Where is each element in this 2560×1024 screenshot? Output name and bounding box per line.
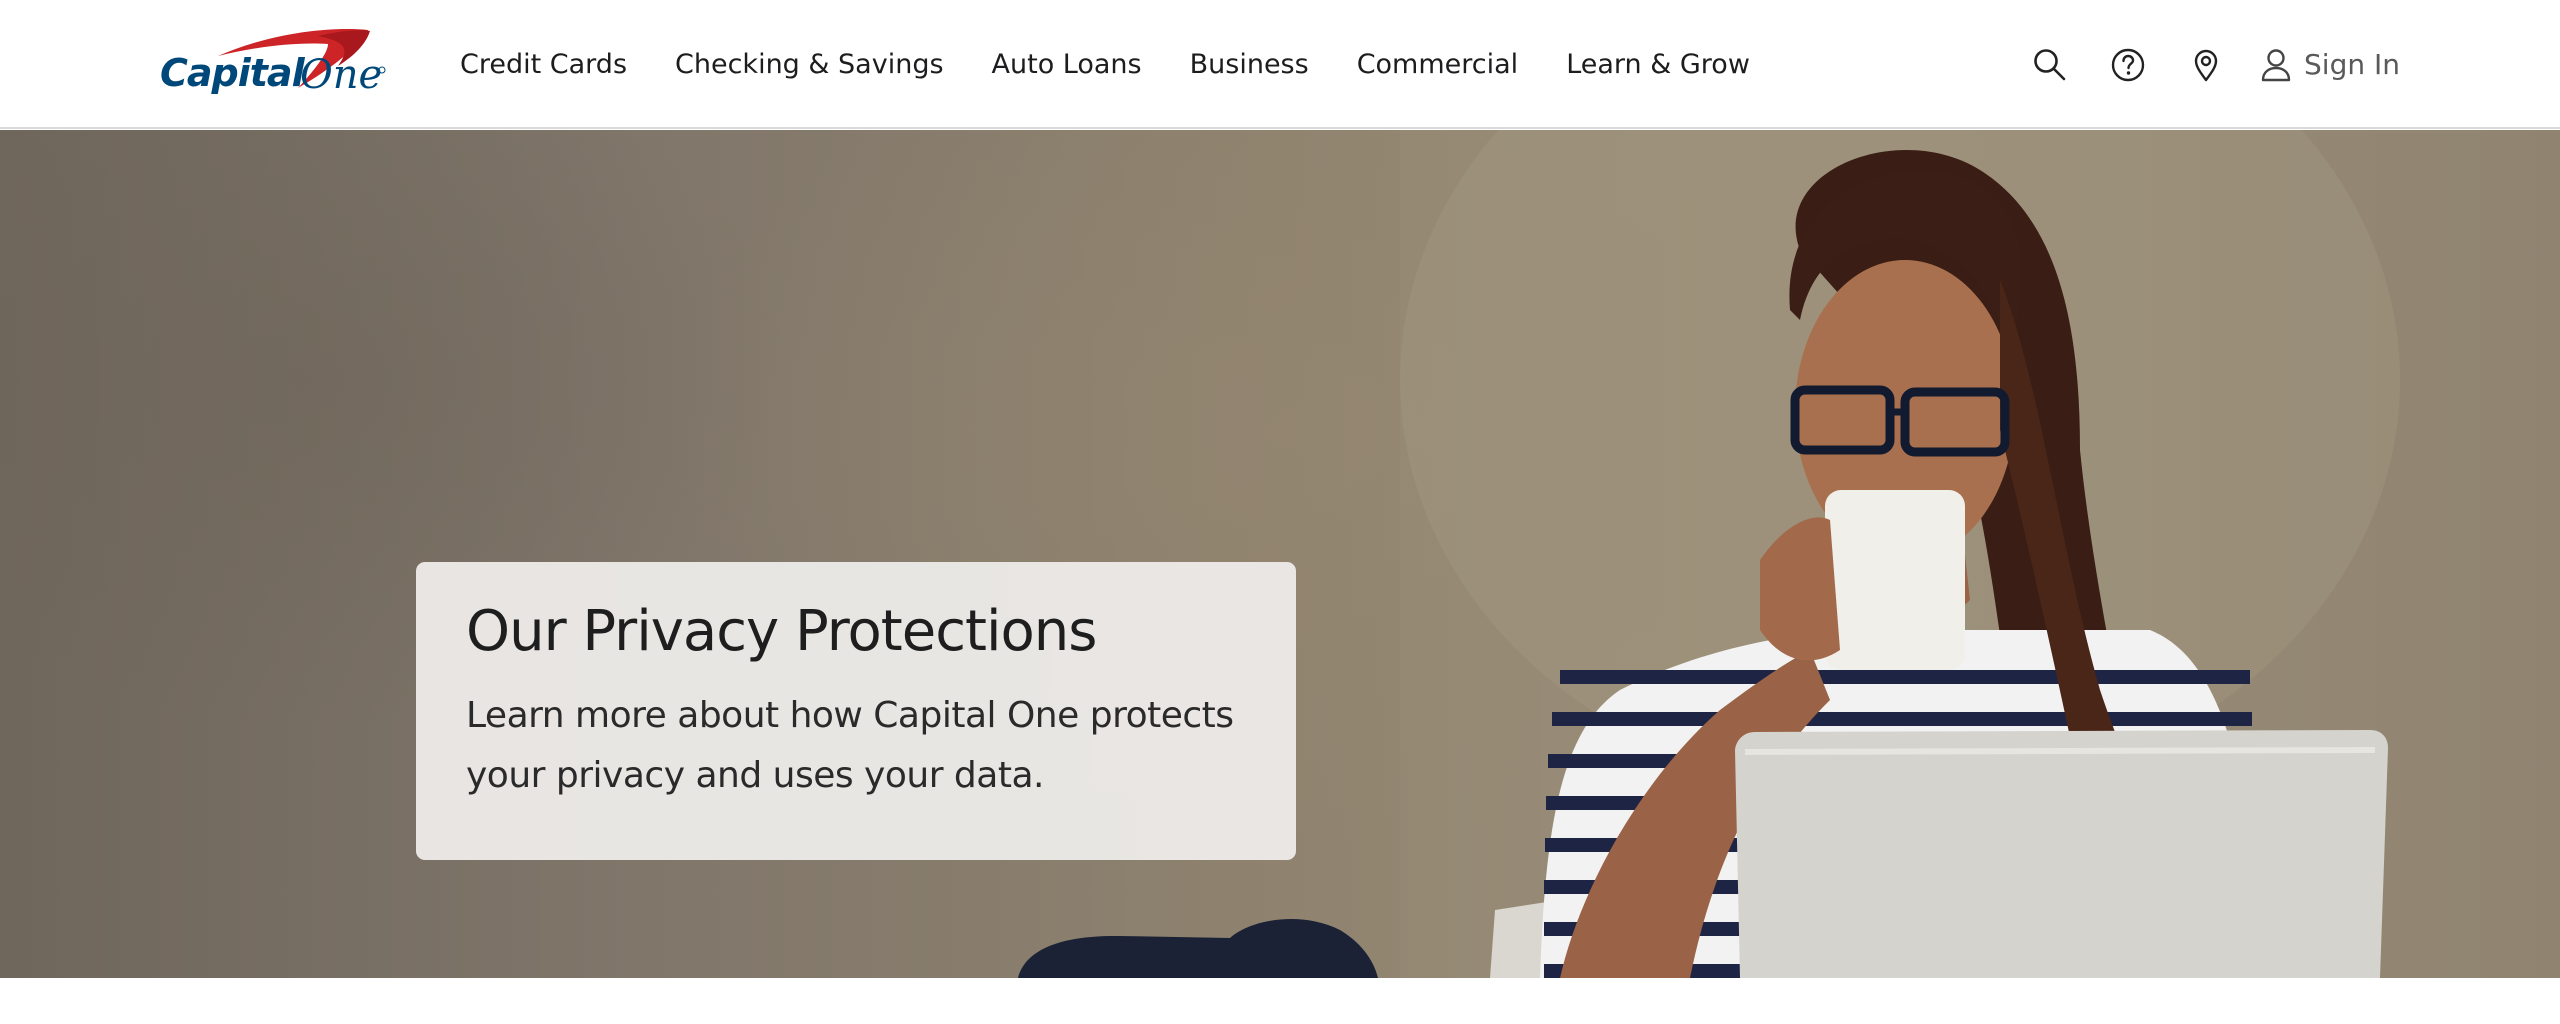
nav-commercial[interactable]: Commercial (1357, 49, 1519, 80)
capital-one-logo[interactable]: Capital One (158, 26, 388, 110)
utility-nav: Sign In (1992, 0, 2400, 129)
user-icon (2260, 48, 2292, 82)
search-icon[interactable] (2030, 45, 2070, 85)
site-header: Capital One Credit Cards Checking & Savi… (0, 0, 2560, 129)
nav-learn-grow[interactable]: Learn & Grow (1566, 49, 1750, 80)
nav-business[interactable]: Business (1190, 49, 1309, 80)
nav-checking-savings[interactable]: Checking & Savings (675, 49, 944, 80)
hero-description: Learn more about how Capital One protect… (466, 695, 1234, 797)
primary-nav: Credit Cards Checking & Savings Auto Loa… (460, 0, 1798, 129)
page-content-area (0, 978, 2560, 1024)
hero-title: Our Privacy Protections (466, 599, 1097, 664)
svg-text:Capital: Capital (160, 51, 306, 95)
hero-card: Our Privacy Protections Learn more about… (416, 562, 1296, 860)
sign-in-button[interactable]: Sign In (2260, 48, 2400, 82)
location-icon[interactable] (2186, 45, 2226, 85)
hero-banner: Our Privacy Protections Learn more about… (0, 130, 2560, 978)
help-icon[interactable] (2108, 45, 2148, 85)
nav-auto-loans[interactable]: Auto Loans (992, 49, 1142, 80)
svg-text:One: One (300, 52, 382, 98)
sign-in-label: Sign In (2304, 48, 2400, 81)
nav-credit-cards[interactable]: Credit Cards (460, 49, 627, 80)
